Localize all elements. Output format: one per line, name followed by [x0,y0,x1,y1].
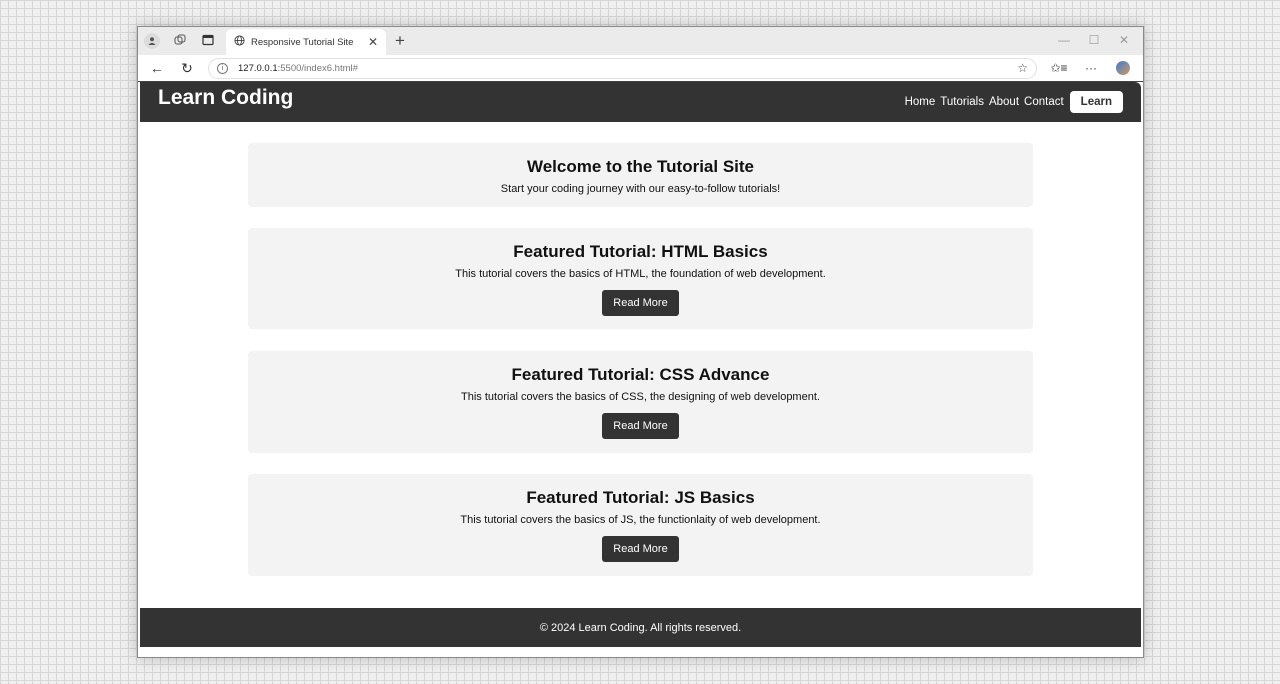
more-button[interactable]: ··· [1077,57,1105,79]
tab-title: Responsive Tutorial Site [251,36,354,48]
reload-icon: ↻ [181,59,193,76]
browser-window: Responsive Tutorial Site ✕ + — ☐ ✕ ← ↻ i… [137,26,1144,658]
workspaces-button[interactable] [166,27,194,55]
globe-icon [234,35,245,49]
copilot-button[interactable] [1109,57,1137,79]
vertical-tabs-icon [202,34,214,49]
site-logo: Learn Coding [158,86,294,109]
maximize-button[interactable]: ☐ [1079,33,1109,47]
url-input[interactable]: i 127.0.0.1:5500/index6.html# ☆ [208,57,1037,79]
site-footer: © 2024 Learn Coding. All rights reserved… [140,608,1141,647]
back-button[interactable]: ← [144,57,170,79]
tab-active[interactable]: Responsive Tutorial Site ✕ [226,29,386,55]
read-more-button[interactable]: Read More [602,536,679,562]
back-arrow-icon: ← [150,60,164,76]
tutorial-title: Featured Tutorial: CSS Advance [511,365,770,384]
tutorial-card: Featured Tutorial: JS Basics This tutori… [248,474,1033,576]
workspaces-icon [174,34,186,49]
main-nav: Home Tutorials About Contact Learn [905,91,1123,113]
tutorial-description: This tutorial covers the basics of CSS, … [461,391,820,403]
nav-link-home[interactable]: Home [905,96,936,108]
favorites-icon: ✩≡ [1050,61,1068,75]
reload-button[interactable]: ↻ [174,57,200,79]
tab-bar: Responsive Tutorial Site ✕ + — ☐ ✕ [138,27,1143,55]
plus-icon: + [395,31,405,50]
close-window-button[interactable]: ✕ [1109,33,1139,47]
tutorial-title: Featured Tutorial: JS Basics [526,488,755,507]
new-tab-button[interactable]: + [386,27,414,55]
tutorial-description: This tutorial covers the basics of JS, t… [460,514,821,526]
vertical-tabs-button[interactable] [194,27,222,55]
read-more-button[interactable]: Read More [602,413,679,439]
url-text: 127.0.0.1:5500/index6.html# [238,62,358,74]
info-icon[interactable]: i [217,62,228,74]
site-header: Learn Coding Home Tutorials About Contac… [140,82,1141,122]
read-more-button[interactable]: Read More [602,290,679,316]
tutorial-card: Featured Tutorial: HTML Basics This tuto… [248,228,1033,329]
tutorial-description: This tutorial covers the basics of HTML,… [455,268,826,280]
close-icon[interactable]: ✕ [368,35,378,49]
tutorial-card: Featured Tutorial: CSS Advance This tuto… [248,351,1033,453]
star-icon[interactable]: ☆ [1017,61,1028,75]
window-controls: — ☐ ✕ [1049,27,1139,53]
minimize-button[interactable]: — [1049,33,1079,47]
welcome-title: Welcome to the Tutorial Site [526,157,754,176]
profile-button[interactable] [138,27,166,55]
profile-icon [144,33,160,49]
welcome-section: Welcome to the Tutorial Site Start your … [248,143,1033,207]
nav-link-about[interactable]: About [989,96,1019,108]
nav-link-contact[interactable]: Contact [1024,96,1064,108]
copilot-icon [1116,61,1130,75]
address-bar: ← ↻ i 127.0.0.1:5500/index6.html# ☆ ✩≡ ·… [138,55,1143,81]
tutorial-title: Featured Tutorial: HTML Basics [513,242,768,261]
nav-link-tutorials[interactable]: Tutorials [940,96,984,108]
welcome-text: Start your coding journey with our easy-… [500,183,781,195]
copyright-text: © 2024 Learn Coding. All rights reserved… [539,621,742,634]
more-icon: ··· [1085,61,1097,75]
learn-button[interactable]: Learn [1069,91,1123,113]
page-viewport: Learn Coding Home Tutorials About Contac… [138,81,1143,657]
favorites-button[interactable]: ✩≡ [1045,57,1073,79]
